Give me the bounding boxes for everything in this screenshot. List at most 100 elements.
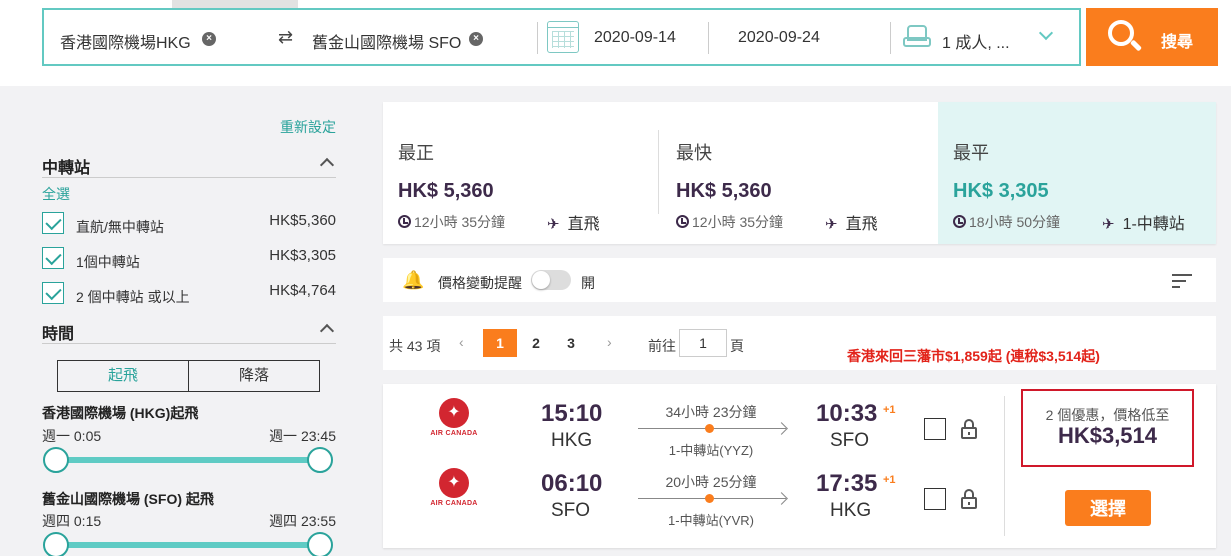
- destination-field[interactable]: 舊金山國際機場 SFO: [312, 29, 461, 53]
- slider-title: 香港國際機場 (HKG)起飛: [42, 405, 199, 421]
- page-2[interactable]: 2: [519, 329, 553, 357]
- sort-summary: 最正 HK$ 5,360 12小時 35分鐘 ✈ 直飛 最快 HK$ 5,360 …: [383, 102, 1216, 244]
- clear-destination-icon[interactable]: ×: [469, 32, 483, 46]
- goto-label: 前往: [648, 338, 676, 354]
- select-button[interactable]: 選擇: [1065, 490, 1151, 526]
- outbound-leg: AIR CANADA 15:10 HKG 34小時 23分鐘 1-中轉站(YYZ…: [383, 384, 1003, 458]
- passengers-field[interactable]: 1 成人, ...: [942, 29, 1010, 53]
- slider-max-label: 週一 23:45: [269, 428, 336, 444]
- airline-logo: AIR CANADA: [430, 398, 478, 437]
- select-all-link[interactable]: 全選: [42, 184, 70, 204]
- seat-icon[interactable]: [902, 23, 932, 51]
- slider-max-label: 週四 23:55: [269, 513, 336, 529]
- arrival-airport: SFO: [830, 430, 870, 451]
- stop-filter-two-plus[interactable]: 2 個中轉站 或以上 HK$4,764: [42, 282, 336, 306]
- clock-icon: [676, 215, 689, 228]
- divider: [537, 22, 538, 54]
- price-alert-bar: 🔔 價格變動提醒 開: [383, 258, 1216, 302]
- return-leg: AIR CANADA 06:10 SFO 20小時 25分鐘 1-中轉站(YVR…: [383, 454, 1003, 528]
- bell-icon: 🔔: [402, 270, 425, 290]
- page-1[interactable]: 1: [483, 329, 517, 357]
- stop-dot: [705, 424, 714, 433]
- depart-date-field[interactable]: 2020-09-14: [594, 29, 676, 47]
- swap-icon[interactable]: ⇄: [278, 27, 293, 48]
- arrival-airport: HKG: [830, 500, 872, 521]
- tab-depart[interactable]: 起飛: [58, 361, 189, 391]
- time-slider-track[interactable]: [56, 457, 320, 463]
- slider-handle-min[interactable]: [43, 447, 69, 473]
- deal-text: 2 個優惠，價格低至: [1045, 407, 1170, 423]
- slider-title: 舊金山國際機場 (SFO) 起飛: [42, 491, 214, 507]
- price-alert-label: 價格變動提醒: [438, 275, 522, 291]
- arrival-time: 10:33: [816, 400, 878, 427]
- plane-icon: ✈: [547, 216, 560, 233]
- stop-filter-one[interactable]: 1個中轉站 HK$3,305: [42, 247, 336, 271]
- page-3[interactable]: 3: [554, 329, 588, 357]
- divider: [890, 22, 891, 54]
- maple-leaf-icon: [439, 468, 469, 498]
- compare-checkbox[interactable]: [924, 488, 946, 510]
- lock-icon[interactable]: [961, 419, 977, 439]
- clear-origin-icon[interactable]: ×: [202, 32, 216, 46]
- summary-fastest[interactable]: 最快 HK$ 5,360 12小時 35分鐘 ✈ 直飛: [661, 102, 938, 244]
- search-button-label: 搜尋: [1161, 34, 1194, 51]
- prev-page-icon[interactable]: ‹: [459, 334, 464, 350]
- departure-airport: SFO: [551, 500, 591, 521]
- time-mode-toggle: 起飛 降落: [57, 360, 320, 392]
- summary-cheapest[interactable]: 最平 HK$ 3,305 18小時 50分鐘 ✈ 1-中轉站: [938, 102, 1216, 244]
- arrival-time: 17:35: [816, 470, 878, 497]
- origin-field[interactable]: 香港國際機場HKG: [60, 29, 191, 53]
- tab-arrive[interactable]: 降落: [189, 361, 319, 391]
- slider-handle-min[interactable]: [43, 532, 69, 556]
- stops-info: 1-中轉站(YVR): [668, 513, 754, 528]
- calendar-icon[interactable]: [547, 21, 579, 53]
- lock-icon[interactable]: [961, 489, 977, 509]
- return-date-field[interactable]: 2020-09-24: [738, 29, 820, 47]
- plane-icon: ✈: [1102, 216, 1115, 233]
- slider-min-label: 週一 0:05: [42, 428, 102, 444]
- stops-section-title: 中轉站: [42, 160, 91, 177]
- page-suffix-label: 頁: [730, 338, 744, 354]
- slider-handle-max[interactable]: [307, 447, 333, 473]
- deal-box[interactable]: 2 個優惠，價格低至 HK$3,514: [1021, 389, 1194, 467]
- search-form: 香港國際機場HKG × ⇄ 舊金山國際機場 SFO × 2020-09-14 2…: [42, 8, 1081, 66]
- toggle-label: 開: [581, 275, 595, 291]
- result-count: 共 43 項: [389, 338, 441, 354]
- airline-logo: AIR CANADA: [430, 468, 478, 507]
- search-button[interactable]: 搜尋: [1086, 8, 1218, 66]
- next-day-badge: +1: [883, 404, 896, 416]
- summary-best[interactable]: 最正 HK$ 5,360 12小時 35分鐘 ✈ 直飛: [383, 102, 661, 244]
- sort-icon[interactable]: [1172, 274, 1192, 292]
- price-alert-toggle[interactable]: [531, 270, 571, 290]
- search-header: 香港國際機場HKG × ⇄ 舊金山國際機場 SFO × 2020-09-14 2…: [0, 0, 1231, 86]
- flight-result-card: AIR CANADA 15:10 HKG 34小時 23分鐘 1-中轉站(YYZ…: [383, 384, 1216, 548]
- slider-handle-max[interactable]: [307, 532, 333, 556]
- clock-icon: [953, 215, 966, 228]
- checkbox[interactable]: [42, 247, 64, 269]
- flight-duration: 20小時 25分鐘: [665, 474, 757, 490]
- time-section-title: 時間: [42, 326, 75, 343]
- collapse-stops-icon[interactable]: [319, 157, 335, 173]
- chevron-down-icon[interactable]: [1038, 25, 1054, 41]
- divider: [708, 22, 709, 54]
- time-slider-track[interactable]: [56, 542, 320, 548]
- deal-price: HK$3,514: [1057, 423, 1158, 448]
- stop-dot: [705, 494, 714, 503]
- slider-min-label: 週四 0:15: [42, 513, 102, 529]
- collapse-time-icon[interactable]: [319, 323, 335, 339]
- reset-filters-link[interactable]: 重新設定: [280, 117, 336, 137]
- stop-filter-direct[interactable]: 直航/無中轉站 HK$5,360: [42, 212, 336, 236]
- clock-icon: [398, 215, 411, 228]
- goto-page-input[interactable]: [679, 329, 727, 357]
- maple-leaf-icon: [439, 398, 469, 428]
- next-page-icon[interactable]: ›: [607, 334, 612, 350]
- plane-icon: ✈: [825, 216, 838, 233]
- compare-checkbox[interactable]: [924, 418, 946, 440]
- checkbox[interactable]: [42, 282, 64, 304]
- departure-time: 06:10: [541, 470, 603, 497]
- next-day-badge: +1: [883, 474, 896, 486]
- promo-banner[interactable]: 香港來回三藩市$1,859起 (連稅$3,514起): [847, 346, 1100, 366]
- departure-airport: HKG: [551, 430, 593, 451]
- checkbox[interactable]: [42, 212, 64, 234]
- departure-time: 15:10: [541, 400, 603, 427]
